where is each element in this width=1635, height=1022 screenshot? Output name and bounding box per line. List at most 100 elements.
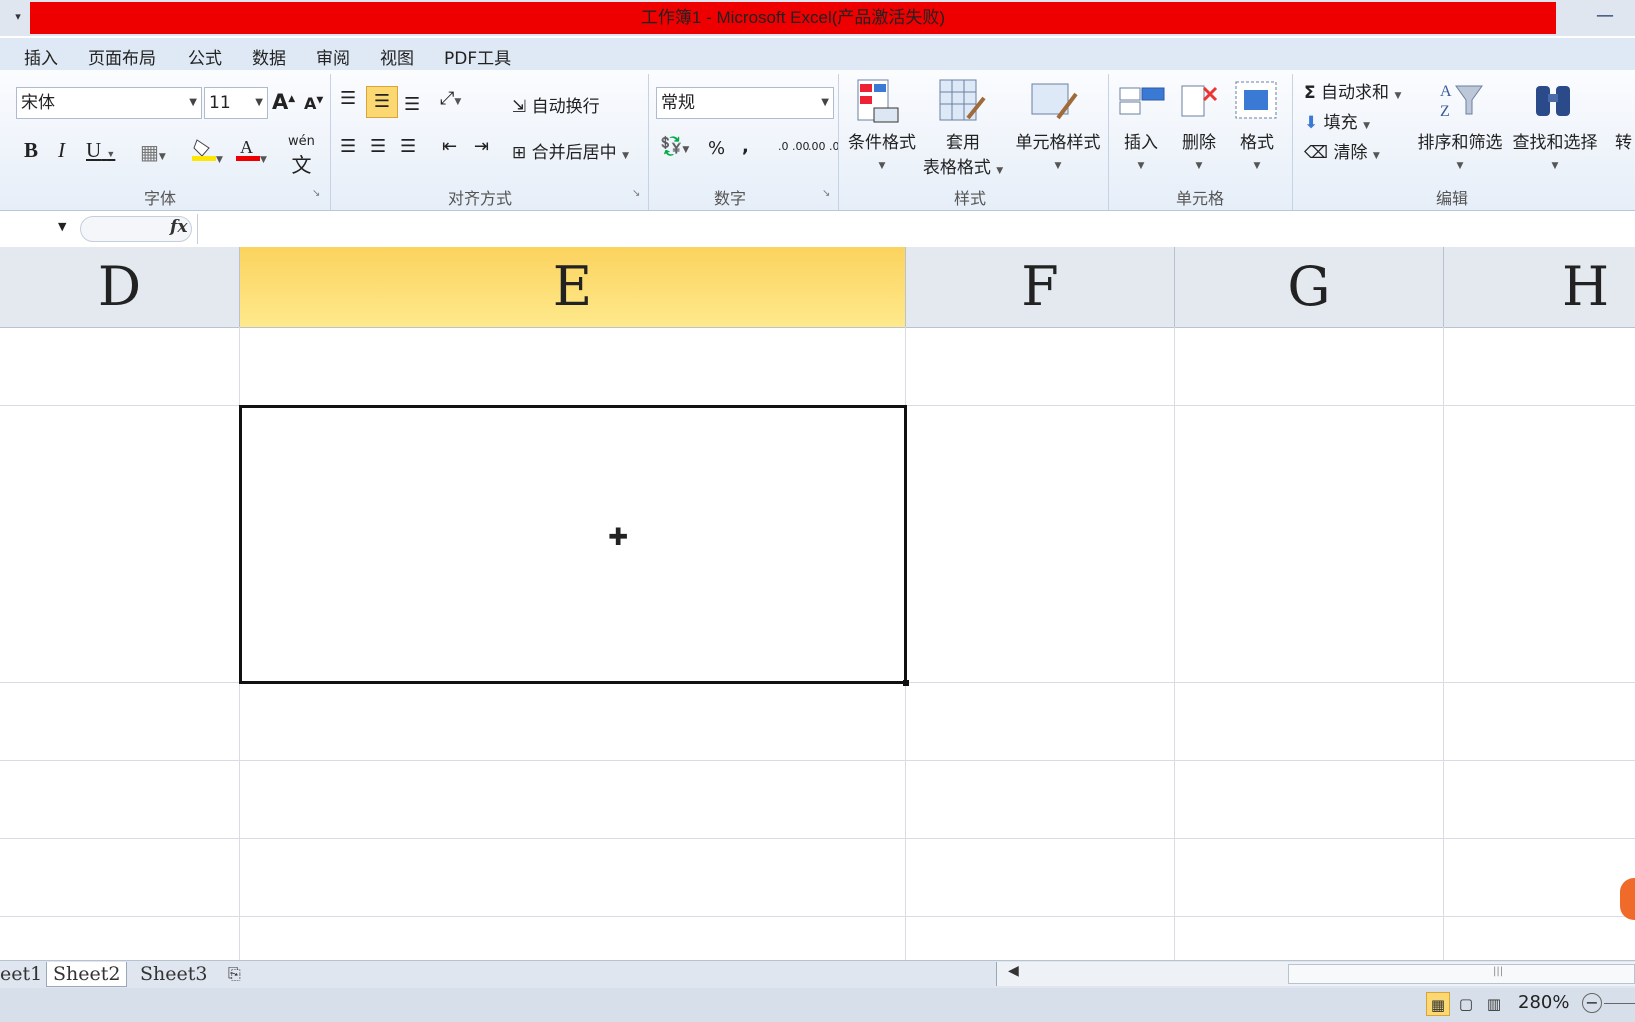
- group-separator: [1292, 74, 1293, 210]
- zoom-level[interactable]: 280%: [1518, 992, 1569, 1013]
- column-header-d[interactable]: D: [0, 247, 240, 327]
- conditional-format-label: 条件格式: [848, 133, 916, 153]
- decrease-indent-icon[interactable]: ⇤: [442, 136, 457, 157]
- alignment-dialog-launcher-icon[interactable]: ↘: [632, 188, 640, 199]
- shrink-font-button[interactable]: A▼: [304, 94, 323, 113]
- table-format-icon: [939, 79, 986, 121]
- font-name-combo[interactable]: 宋体 ▼: [16, 87, 202, 119]
- format-cells-icon: [1235, 81, 1277, 119]
- zoom-out-icon[interactable]: −: [1582, 993, 1602, 1013]
- fill-button[interactable]: ⬇ 填充 ▼: [1304, 108, 1370, 133]
- tab-data[interactable]: 数据: [252, 44, 286, 69]
- orientation-icon[interactable]: ⤢▼: [440, 88, 461, 109]
- normal-view-icon[interactable]: ▦: [1426, 992, 1450, 1016]
- quick-access-dropdown-icon[interactable]: ▾: [10, 6, 26, 28]
- page-break-view-icon[interactable]: ▥: [1482, 992, 1506, 1016]
- active-cell[interactable]: [239, 405, 907, 684]
- tab-formulas[interactable]: 公式: [188, 44, 222, 69]
- wrap-text-button[interactable]: ⇲ 自动换行: [512, 92, 600, 117]
- align-right-icon[interactable]: ☰: [400, 136, 416, 157]
- cell-cursor-icon: ✚: [608, 523, 629, 551]
- group-separator: [330, 74, 331, 210]
- autosum-button[interactable]: Σ 自动求和 ▼: [1304, 78, 1401, 103]
- alignment-group-label: 对齐方式: [447, 189, 512, 208]
- number-format-value: 常规: [661, 93, 695, 113]
- increase-indent-icon[interactable]: ⇥: [474, 136, 489, 157]
- grid-line: [0, 838, 1635, 839]
- italic-button[interactable]: I: [58, 138, 65, 163]
- grid-line: [1443, 327, 1444, 960]
- column-header-e[interactable]: E: [240, 247, 906, 327]
- grid-line: [1174, 327, 1175, 960]
- currency-icon[interactable]: 💱▼: [660, 136, 689, 157]
- font-size-value: 11: [209, 93, 231, 113]
- insert-cells-icon: [1119, 87, 1165, 115]
- tab-view[interactable]: 视图: [380, 44, 414, 69]
- increase-decimal-button[interactable]: .0 .00: [778, 140, 810, 153]
- align-left-icon[interactable]: ☰: [340, 136, 356, 157]
- tab-insert[interactable]: 插入: [24, 44, 58, 69]
- font-color-icon: A: [236, 137, 260, 161]
- cell-styles-button[interactable]: 单元格样式 ▼: [1010, 128, 1106, 173]
- align-middle-icon[interactable]: ☰: [366, 86, 398, 118]
- minimize-button[interactable]: —: [1590, 4, 1620, 28]
- sheet-tab-sheet1[interactable]: eet1: [0, 962, 42, 986]
- bold-button[interactable]: B: [24, 138, 38, 163]
- find-select-button[interactable]: 查找和选择 ▼: [1508, 128, 1602, 173]
- align-center-icon[interactable]: ☰: [370, 136, 386, 157]
- format-cells-button[interactable]: 格式 ▼: [1222, 128, 1292, 173]
- floating-badge[interactable]: [1620, 878, 1635, 920]
- comma-button[interactable]: ,: [742, 136, 749, 157]
- cell-styles-icon: [1031, 83, 1078, 120]
- tab-review[interactable]: 审阅: [316, 44, 350, 69]
- merge-center-button[interactable]: ⊞ 合并后居中 ▼: [512, 138, 629, 163]
- zoom-slider[interactable]: [1604, 1003, 1635, 1004]
- clear-button[interactable]: ⌫ 清除 ▼: [1304, 138, 1380, 163]
- table-format-label-2: 表格格式: [922, 158, 991, 178]
- sort-filter-button[interactable]: 排序和筛选 ▼: [1414, 128, 1506, 173]
- sheet-tab-sheet2[interactable]: Sheet2: [46, 962, 128, 987]
- sheet-tab-sheet3[interactable]: Sheet3: [140, 962, 207, 986]
- chevron-down-icon[interactable]: ▼: [58, 220, 66, 233]
- wrap-text-label: 自动换行: [531, 97, 600, 117]
- percent-button[interactable]: %: [708, 138, 725, 159]
- font-color-button[interactable]: A ▼: [236, 136, 267, 167]
- decrease-decimal-button[interactable]: .00 .0: [808, 140, 840, 153]
- number-format-combo[interactable]: 常规 ▼: [656, 87, 834, 119]
- grow-font-button[interactable]: A▲: [272, 90, 295, 114]
- clear-label: 清除: [1333, 143, 1368, 163]
- fill-handle[interactable]: [903, 680, 909, 686]
- align-top-icon[interactable]: ☰: [340, 88, 356, 109]
- tab-page-layout[interactable]: 页面布局: [88, 44, 156, 69]
- eraser-icon: ⌫: [1304, 143, 1329, 163]
- merge-center-icon: ⊞: [512, 143, 527, 163]
- insert-function-icon[interactable]: fx: [170, 217, 187, 237]
- merge-center-label: 合并后居中: [531, 143, 617, 163]
- formula-input[interactable]: [204, 214, 1624, 244]
- phonetic-button[interactable]: wén 文: [288, 134, 315, 178]
- horizontal-scroll-thumb[interactable]: [1288, 964, 1635, 984]
- partial-ribbon-button[interactable]: 转: [1612, 128, 1635, 153]
- window-title: 工作簿1 - Microsoft Excel(产品激活失败): [640, 8, 946, 27]
- scroll-left-icon[interactable]: ◀: [1008, 963, 1019, 979]
- formula-bar-divider: [197, 214, 198, 244]
- align-bottom-icon[interactable]: ☰: [404, 94, 420, 115]
- column-header-h[interactable]: H: [1444, 247, 1635, 327]
- table-format-button[interactable]: 套用 表格格式 ▼: [918, 128, 1008, 178]
- font-dialog-launcher-icon[interactable]: ↘: [312, 188, 320, 199]
- underline-button[interactable]: U ▼: [86, 138, 115, 163]
- number-dialog-launcher-icon[interactable]: ↘: [822, 188, 830, 199]
- group-separator: [838, 74, 839, 210]
- column-header-f[interactable]: F: [906, 247, 1175, 327]
- ribbon-tab-bar: [0, 38, 1635, 70]
- conditional-format-button[interactable]: 条件格式 ▼: [842, 128, 922, 173]
- tab-pdf-tools[interactable]: PDF工具: [444, 44, 511, 69]
- insert-sheet-icon[interactable]: ⎘: [228, 962, 241, 986]
- group-separator: [648, 74, 649, 210]
- column-header-g[interactable]: G: [1175, 247, 1444, 327]
- fill-color-button[interactable]: ▼: [192, 136, 223, 167]
- insert-cells-label: 插入: [1124, 133, 1158, 153]
- page-layout-view-icon[interactable]: ▢: [1454, 992, 1478, 1016]
- font-size-combo[interactable]: 11 ▼: [204, 87, 268, 119]
- border-icon[interactable]: ▦▼: [140, 140, 166, 164]
